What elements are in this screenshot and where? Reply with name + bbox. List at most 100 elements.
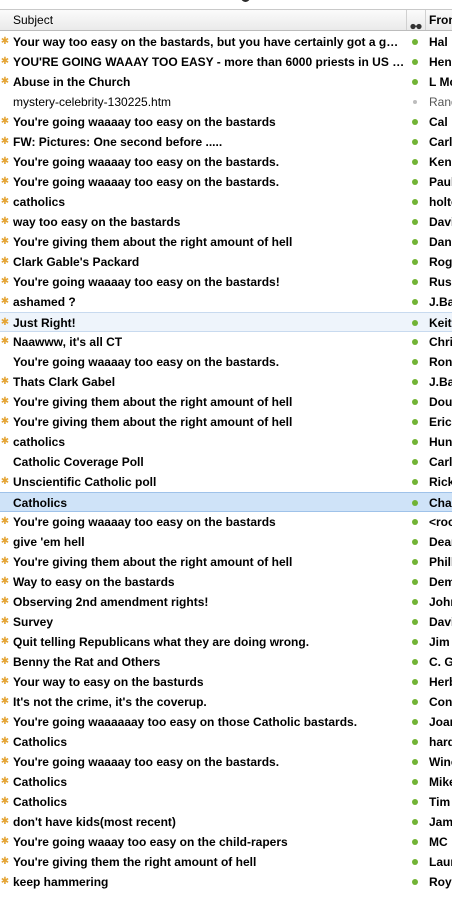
star-icon[interactable]: ✱ — [0, 652, 10, 672]
star-icon[interactable]: ✱ — [0, 812, 10, 832]
read-status-dot-icon[interactable] — [413, 100, 417, 104]
read-status-dot-icon[interactable] — [412, 419, 418, 425]
read-status-dot-icon[interactable] — [412, 799, 418, 805]
star-icon[interactable]: ✱ — [0, 792, 10, 812]
star-icon[interactable]: ✱ — [0, 552, 10, 572]
read-status-dot-icon[interactable] — [412, 619, 418, 625]
message-row[interactable]: mystery-celebrity-130225.htm Rand — [0, 92, 452, 112]
message-row[interactable]: ✱ YOU'RE GOING WAAAY TOO EASY - more than… — [0, 52, 452, 72]
star-icon[interactable]: ✱ — [0, 152, 10, 172]
message-row[interactable]: ✱ Way to easy on the bastards Dem — [0, 572, 452, 592]
message-row[interactable]: ✱don't have kids(most recent) Jame — [0, 812, 452, 832]
message-row[interactable]: ✱ You're going waaaay too easy on the bas… — [0, 172, 452, 192]
star-icon[interactable]: ✱ — [0, 692, 10, 712]
star-icon[interactable]: ✱ — [0, 632, 10, 652]
read-status-dot-icon[interactable] — [412, 199, 418, 205]
star-icon[interactable]: ✱ — [0, 512, 10, 532]
read-status-dot-icon[interactable] — [412, 179, 418, 185]
message-row[interactable]: ✱give 'em hell Dear — [0, 532, 452, 552]
read-status-dot-icon[interactable] — [412, 679, 418, 685]
read-status-dot-icon[interactable] — [412, 239, 418, 245]
message-row[interactable]: Catholic Coverage Poll Carla — [0, 452, 452, 472]
read-status-dot-icon[interactable] — [412, 279, 418, 285]
read-status-dot-icon[interactable] — [412, 699, 418, 705]
message-row[interactable]: ✱ Your way too easy on the bastards, but … — [0, 32, 452, 52]
read-status-dot-icon[interactable] — [412, 59, 418, 65]
star-icon[interactable]: ✱ — [0, 52, 10, 72]
message-row[interactable]: ✱ Thats Clark Gabel J.Ba — [0, 372, 452, 392]
read-status-dot-icon[interactable] — [412, 559, 418, 565]
read-status-dot-icon[interactable] — [412, 439, 418, 445]
star-icon[interactable]: ✱ — [0, 572, 10, 592]
read-status-dot-icon[interactable] — [412, 379, 418, 385]
message-row[interactable]: ✱ ashamed ? J.Ba — [0, 292, 452, 312]
column-header-subject[interactable]: Subject — [0, 10, 407, 30]
read-status-dot-icon[interactable] — [412, 879, 418, 885]
star-icon[interactable]: ✱ — [0, 732, 10, 752]
star-icon[interactable]: ✱ — [0, 372, 10, 392]
message-row[interactable]: ✱Catholics Mike — [0, 772, 452, 792]
message-row[interactable]: ✱Abuse in the Church L Mc — [0, 72, 452, 92]
column-header-read-status[interactable] — [407, 10, 426, 30]
message-row[interactable]: ✱ You're going waaaay too easy on the bas… — [0, 752, 452, 772]
star-icon[interactable]: ✱ — [0, 432, 10, 452]
read-status-dot-icon[interactable] — [412, 839, 418, 845]
star-icon[interactable]: ✱ — [0, 392, 10, 412]
star-icon[interactable]: ✱ — [0, 872, 10, 892]
message-row[interactable]: ✱ Benny the Rat and Others C. G — [0, 652, 452, 672]
message-row[interactable]: ✱ You're going waaaaaay too easy on those… — [0, 712, 452, 732]
read-status-dot-icon[interactable] — [412, 79, 418, 85]
star-icon[interactable]: ✱ — [0, 112, 10, 132]
read-status-dot-icon[interactable] — [412, 320, 418, 326]
read-status-dot-icon[interactable] — [412, 459, 418, 465]
message-row[interactable]: ✱ FW: Pictures: One second before ..... Ca… — [0, 132, 452, 152]
read-status-dot-icon[interactable] — [412, 139, 418, 145]
read-status-dot-icon[interactable] — [412, 659, 418, 665]
read-status-dot-icon[interactable] — [412, 579, 418, 585]
message-row[interactable]: ✱ keep hammering Roy — [0, 872, 452, 892]
star-icon[interactable]: ✱ — [0, 332, 10, 352]
star-icon[interactable]: ✱ — [0, 712, 10, 732]
star-icon[interactable]: ✱ — [0, 32, 10, 52]
read-status-dot-icon[interactable] — [412, 519, 418, 525]
read-status-dot-icon[interactable] — [412, 779, 418, 785]
message-row[interactable]: ✱ You're going waaaay too easy on the bas… — [0, 272, 452, 292]
read-status-dot-icon[interactable] — [412, 539, 418, 545]
star-icon[interactable]: ✱ — [0, 852, 10, 872]
message-row[interactable]: Catholics Char — [0, 492, 452, 512]
read-status-dot-icon[interactable] — [412, 119, 418, 125]
star-icon[interactable]: ✱ — [0, 772, 10, 792]
read-status-dot-icon[interactable] — [412, 399, 418, 405]
message-row[interactable]: ✱ You're giving them about the right amou… — [0, 552, 452, 572]
read-status-dot-icon[interactable] — [412, 599, 418, 605]
message-row[interactable]: ✱ You're going waaaay too easy on the bas… — [0, 512, 452, 532]
star-icon[interactable]: ✱ — [0, 672, 10, 692]
star-icon[interactable]: ✱ — [0, 212, 10, 232]
message-row[interactable]: ✱ way too easy on the bastards Davi — [0, 212, 452, 232]
read-status-dot-icon[interactable] — [412, 219, 418, 225]
read-status-dot-icon[interactable] — [412, 39, 418, 45]
message-row[interactable]: ✱ Catholics hard — [0, 732, 452, 752]
star-icon[interactable]: ✱ — [0, 832, 10, 852]
read-status-dot-icon[interactable] — [412, 719, 418, 725]
message-row[interactable]: ✱ You're giving them about the right amou… — [0, 412, 452, 432]
read-status-dot-icon[interactable] — [412, 819, 418, 825]
message-row[interactable]: ✱catholics holte — [0, 192, 452, 212]
message-row[interactable]: ✱Naawww, it's all CT Chris — [0, 332, 452, 352]
star-icon[interactable]: ✱ — [0, 313, 10, 333]
message-row[interactable]: ✱ Unscientific Catholic poll Rick — [0, 472, 452, 492]
star-icon[interactable]: ✱ — [0, 292, 10, 312]
star-icon[interactable]: ✱ — [0, 272, 10, 292]
star-icon[interactable]: ✱ — [0, 532, 10, 552]
star-icon[interactable]: ✱ — [0, 252, 10, 272]
read-status-dot-icon[interactable] — [412, 339, 418, 345]
read-status-dot-icon[interactable] — [412, 759, 418, 765]
message-row[interactable]: ✱ catholics Hun — [0, 432, 452, 452]
message-row[interactable]: ✱ Survey Davi — [0, 612, 452, 632]
star-icon[interactable]: ✱ — [0, 412, 10, 432]
message-row[interactable]: ✱ You're going waaaay too easy on the bas… — [0, 112, 452, 132]
read-status-dot-icon[interactable] — [412, 500, 418, 506]
read-status-dot-icon[interactable] — [412, 739, 418, 745]
read-status-dot-icon[interactable] — [412, 639, 418, 645]
star-icon[interactable]: ✱ — [0, 592, 10, 612]
